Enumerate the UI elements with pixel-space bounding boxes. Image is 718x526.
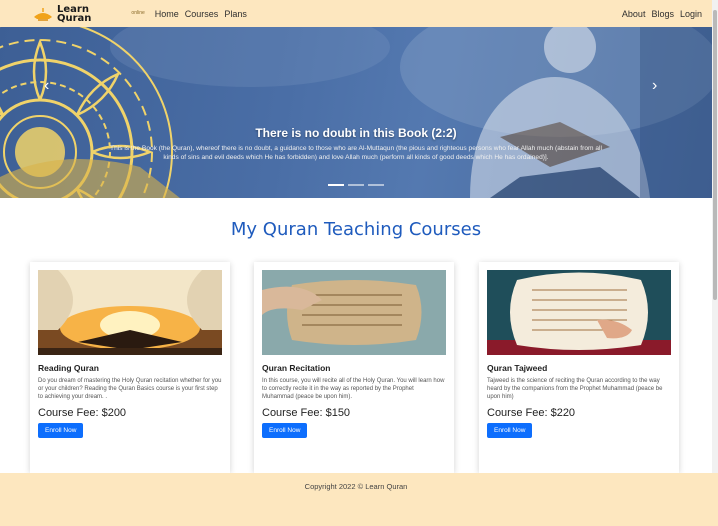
- course-description: Do you dream of mastering the Holy Quran…: [38, 378, 222, 400]
- carousel-indicator-1[interactable]: [328, 184, 344, 186]
- nav-home-link[interactable]: Home: [155, 9, 179, 19]
- carousel-indicator-3[interactable]: [368, 184, 384, 186]
- course-image-reading: [38, 270, 222, 355]
- course-card-tajweed: Quran Tajweed Tajweed is the science of …: [479, 262, 679, 473]
- course-image-tajweed: [487, 270, 671, 355]
- carousel-next-icon[interactable]: ›: [652, 77, 657, 95]
- course-card-recitation: Quran Recitation In this course, you wil…: [254, 262, 454, 473]
- brand-sub: online: [131, 9, 145, 16]
- hero-text: This is the Book (the Quran), whereof th…: [110, 145, 602, 161]
- course-fee: Course Fee: $200: [38, 407, 127, 419]
- hero-carousel: ‹ › There is no doubt in this Book (2:2)…: [0, 27, 712, 198]
- brand-line-2: Quran: [57, 12, 92, 24]
- footer: Copyright 2022 © Learn Quran: [0, 473, 718, 526]
- scrollbar-thumb[interactable]: [713, 10, 717, 300]
- course-fee: Course Fee: $220: [487, 407, 576, 419]
- nav-plans-link[interactable]: Plans: [224, 9, 247, 19]
- course-description: In this course, you will recite all of t…: [262, 378, 445, 400]
- nav-blogs-link[interactable]: Blogs: [651, 9, 674, 19]
- brand-text: Learn Quran: [57, 4, 92, 24]
- hero-background-image: [0, 27, 712, 198]
- course-title: Reading Quran: [38, 363, 99, 373]
- nav-left: Home Courses Plans: [155, 9, 247, 19]
- nav-about-link[interactable]: About: [622, 9, 646, 19]
- course-description: Tajweed is the science of reciting the Q…: [487, 378, 663, 400]
- course-image-recitation: [262, 270, 446, 355]
- course-card-reading: Reading Quran Do you dream of mastering …: [30, 262, 230, 473]
- nav-courses-link[interactable]: Courses: [185, 9, 219, 19]
- carousel-indicators: [328, 184, 384, 186]
- nav-login-link[interactable]: Login: [680, 9, 702, 19]
- footer-copyright: Copyright 2022 © Learn Quran: [304, 482, 408, 491]
- enroll-now-button[interactable]: Enroll Now: [487, 423, 533, 438]
- course-title: Quran Tajweed: [487, 363, 548, 373]
- carousel-indicator-2[interactable]: [348, 184, 364, 186]
- lamp-icon: [34, 7, 52, 21]
- brand-logo[interactable]: Learn Quran online: [32, 4, 145, 24]
- course-fee: Course Fee: $150: [262, 407, 351, 419]
- nav-right: About Blogs Login: [622, 9, 702, 19]
- carousel-prev-icon[interactable]: ‹: [44, 77, 49, 95]
- course-title: Quran Recitation: [262, 363, 331, 373]
- section-title: My Quran Teaching Courses: [230, 219, 482, 240]
- enroll-now-button[interactable]: Enroll Now: [38, 423, 84, 438]
- navbar: Learn Quran online Home Courses Plans Ab…: [0, 0, 712, 27]
- enroll-now-button[interactable]: Enroll Now: [262, 423, 308, 438]
- hero-title: There is no doubt in this Book (2:2): [255, 126, 457, 140]
- page-scrollbar[interactable]: [712, 0, 718, 473]
